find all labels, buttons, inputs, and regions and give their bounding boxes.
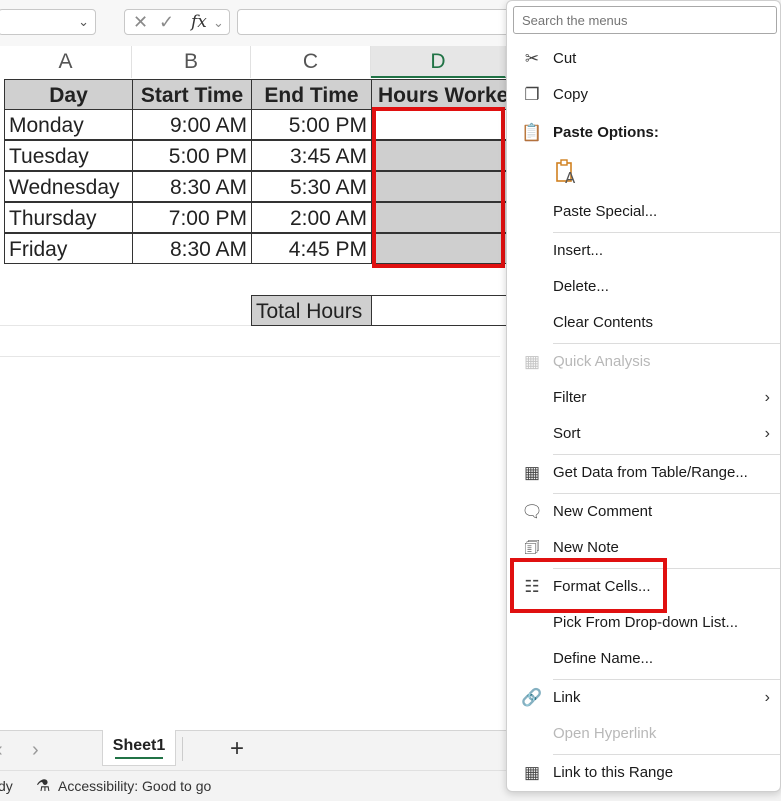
menu-item-cut[interactable]: ✂ Cut (507, 42, 780, 76)
table-cell-day[interactable]: Friday (4, 233, 133, 264)
chevron-down-icon[interactable]: ⌄ (78, 14, 89, 30)
menu-item-quick-analysis: ▦ Quick Analysis (507, 345, 780, 379)
status-ready: dy (0, 778, 13, 794)
menu-item-paste-special[interactable]: Paste Special... (507, 195, 780, 229)
add-sheet-button[interactable]: + (230, 735, 244, 763)
svg-text:A: A (565, 169, 576, 185)
menu-item-link[interactable]: 🔗 Link › (507, 681, 780, 715)
menu-item-insert[interactable]: Insert... (507, 234, 780, 268)
menu-item-clear-contents[interactable]: Clear Contents (507, 306, 780, 340)
cancel-icon[interactable]: ✕ (133, 12, 148, 33)
name-box[interactable]: ⌄ (0, 9, 96, 35)
clipboard-icon: 📋 (521, 123, 543, 142)
table-cell-start[interactable]: 9:00 AM (132, 109, 252, 140)
menu-item-paste-options: 📋 Paste Options: (507, 116, 780, 150)
grid-line (0, 356, 500, 357)
accessibility-icon[interactable]: ⚗ (36, 776, 50, 796)
menu-divider (553, 454, 780, 455)
column-header-c[interactable]: C (251, 46, 371, 78)
table-cell-start[interactable]: 7:00 PM (132, 202, 252, 233)
formula-buttons: ✕ ✓ fx ⌄ (124, 9, 230, 35)
table-cell-day[interactable]: Thursday (4, 202, 133, 233)
link-icon: 🔗 (521, 688, 543, 707)
chevron-left-icon[interactable]: ‹ (0, 739, 3, 762)
total-hours-label[interactable]: Total Hours (251, 295, 372, 326)
menu-divider (553, 493, 780, 494)
sheet-tab-sheet1[interactable]: Sheet1 (102, 730, 176, 766)
table-cell-start[interactable]: 8:30 AM (132, 171, 252, 202)
confirm-icon[interactable]: ✓ (159, 12, 174, 33)
menu-item-new-comment[interactable]: 🗨 New Comment (507, 495, 780, 529)
menu-item-open-hyperlink: Open Hyperlink (553, 725, 657, 742)
menu-item-link-to-range[interactable]: ▦ Link to this Range (507, 756, 780, 790)
divider (182, 737, 183, 761)
header-cell-end-time[interactable]: End Time (251, 79, 372, 110)
highlight-box-format-cells (510, 558, 667, 613)
total-hours-value[interactable] (371, 295, 511, 326)
insert-function-button[interactable]: fx (191, 12, 207, 32)
table-cell-end[interactable]: 5:00 PM (251, 109, 372, 140)
active-tab-underline (115, 757, 163, 759)
link-range-icon: ▦ (523, 763, 541, 782)
quick-analysis-icon: ▦ (523, 352, 541, 371)
menu-divider (553, 343, 780, 344)
accessibility-status[interactable]: Accessibility: Good to go (58, 778, 211, 794)
header-cell-hours-worked[interactable]: Hours Worke (371, 79, 511, 110)
chevron-right-icon: › (764, 425, 770, 442)
menu-item-sort[interactable]: Sort › (507, 417, 780, 451)
menu-item-filter[interactable]: Filter › (507, 381, 780, 415)
menu-item-get-data[interactable]: ▦ Get Data from Table/Range... (507, 456, 780, 490)
copy-icon: ❐ (524, 85, 540, 104)
chevron-right-icon: › (764, 389, 770, 406)
chevron-down-icon[interactable]: ⌄ (213, 15, 224, 31)
table-cell-end[interactable]: 2:00 AM (251, 202, 372, 233)
menu-item-copy[interactable]: ❐ Copy (507, 78, 780, 112)
table-icon: ▦ (523, 463, 541, 482)
menu-divider (553, 754, 780, 755)
header-cell-day[interactable]: Day (4, 79, 133, 110)
header-cell-start-time[interactable]: Start Time (132, 79, 252, 110)
table-cell-day[interactable]: Monday (4, 109, 133, 140)
sheet-tab-label: Sheet1 (112, 737, 166, 754)
table-cell-end[interactable]: 4:45 PM (251, 233, 372, 264)
context-menu: ✂ Cut ❐ Copy 📋 Paste Options: A Paste Sp… (506, 0, 781, 792)
highlight-box-hours (372, 107, 505, 268)
table-cell-start[interactable]: 8:30 AM (132, 233, 252, 264)
table-cell-day[interactable]: Tuesday (4, 140, 133, 171)
chevron-right-icon[interactable]: › (32, 739, 39, 762)
column-header-a[interactable]: A (0, 46, 132, 78)
table-cell-start[interactable]: 5:00 PM (132, 140, 252, 171)
scissors-icon: ✂ (524, 49, 540, 68)
table-cell-day[interactable]: Wednesday (4, 171, 133, 202)
paste-values-icon[interactable]: A (555, 159, 579, 185)
new-comment-icon: 🗨 (521, 502, 543, 521)
column-header-d[interactable]: D (371, 46, 506, 78)
column-header-b[interactable]: B (132, 46, 251, 78)
table-cell-end[interactable]: 3:45 AM (251, 140, 372, 171)
menu-item-delete[interactable]: Delete... (507, 270, 780, 304)
menu-search-input[interactable] (513, 6, 777, 34)
menu-divider (553, 679, 780, 680)
table-cell-end[interactable]: 5:30 AM (251, 171, 372, 202)
menu-divider (553, 232, 780, 233)
chevron-right-icon: › (764, 689, 770, 706)
menu-item-define-name[interactable]: Define Name... (507, 642, 780, 676)
